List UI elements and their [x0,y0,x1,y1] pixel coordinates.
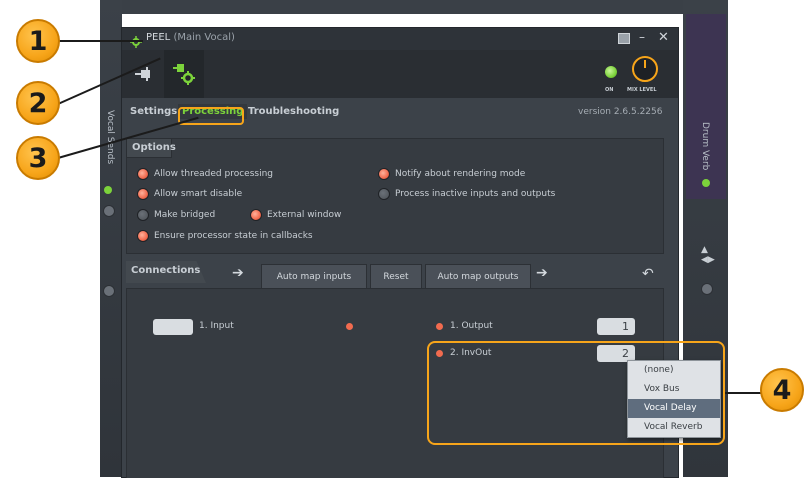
option-label: Ensure processor state in callbacks [154,231,313,241]
option-allow-smart-disable[interactable]: Allow smart disable [137,188,242,200]
option-led [250,209,262,221]
daw-top-strip [100,0,720,14]
plug-gear-icon [173,64,195,85]
option-led [137,188,149,200]
tab-troubleshooting[interactable]: Troubleshooting [248,106,339,117]
reset-button[interactable]: Reset [370,264,422,290]
option-led [137,209,149,221]
option-label: Allow smart disable [154,189,243,199]
callout-4: 4 [760,368,804,412]
input-number-box[interactable] [153,319,193,335]
connections-tab: Connections [126,261,206,283]
minimize-icon[interactable]: – [639,30,645,44]
title-main: PEEL [146,32,171,43]
left-strip-knob-2[interactable] [103,285,115,297]
on-led[interactable] [605,66,617,78]
keyboard-icon[interactable] [618,33,630,44]
option-allow-threaded[interactable]: Allow threaded processing [137,168,273,180]
option-label: Make bridged [154,210,216,220]
output-1-label: 1. Output [450,321,493,331]
on-label: ON [605,87,614,93]
knob-pointer [644,60,646,68]
map-inputs-icon[interactable]: ➔ [232,265,244,281]
auto-map-inputs-button[interactable]: Auto map inputs [261,264,367,290]
option-label: Notify about rendering mode [395,169,526,179]
options-panel: Options Allow threaded processing Allow … [126,138,664,254]
title-sub: (Main Vocal) [173,32,235,43]
option-label: External window [267,210,342,220]
option-label: Allow threaded processing [154,169,273,179]
undo-icon[interactable]: ↶ [642,266,654,282]
right-strip-knob[interactable] [701,283,713,295]
right-strip-label: Drum Verb [700,122,710,171]
daw-left-strip: Vocal Sends [100,0,122,477]
left-strip-label: Vocal Sends [105,110,115,165]
input-connector-led[interactable] [346,323,353,330]
input-label: 1. Input [199,321,234,331]
mix-level-knob[interactable] [632,56,658,82]
close-icon[interactable]: ✕ [658,30,669,45]
connections-heading: Connections [131,265,201,276]
option-led [137,168,149,180]
version-label: version 2.6.5.2256 [578,107,663,117]
option-external-window[interactable]: External window [250,209,341,221]
option-make-bridged[interactable]: Make bridged [137,209,215,221]
processing-tab-highlight [178,107,244,125]
option-ensure-processor-state[interactable]: Ensure processor state in callbacks [137,230,313,242]
highlight-box [427,341,725,445]
option-led [137,230,149,242]
auto-map-outputs-button[interactable]: Auto map outputs [425,264,531,290]
option-process-inactive[interactable]: Process inactive inputs and outputs [378,188,555,200]
processing-settings-button[interactable] [164,50,204,98]
mix-level-label: MIX LEVEL [627,87,657,93]
left-strip-led [104,186,112,194]
callout-1: 1 [16,19,60,63]
callout-3: 3 [16,136,60,180]
options-tab: Options [127,139,176,158]
output-connector-led[interactable] [436,323,443,330]
map-outputs-icon[interactable]: ➔ [536,265,548,281]
tab-settings[interactable]: Settings [130,106,177,117]
option-led [378,188,390,200]
right-strip-led [702,179,710,187]
option-label: Process inactive inputs and outputs [395,189,556,199]
title-bar[interactable]: PEEL (Main Vocal) – ✕ [122,28,678,50]
output-1-number[interactable]: 1 [597,318,635,335]
toolbar: ON MIX LEVEL [122,50,678,98]
option-notify-rendering[interactable]: Notify about rendering mode [378,168,525,180]
pan-arrows-icon[interactable]: ▲ ◀▶ [701,245,715,265]
callout-1-line [58,40,143,42]
callout-2: 2 [16,81,60,125]
window-title: PEEL (Main Vocal) [146,32,235,43]
options-heading: Options [132,142,176,153]
option-led [378,168,390,180]
left-strip-knob[interactable] [103,205,115,217]
mixer-track-drum-verb[interactable]: Drum Verb [686,14,726,199]
callout-4-line [725,392,762,394]
